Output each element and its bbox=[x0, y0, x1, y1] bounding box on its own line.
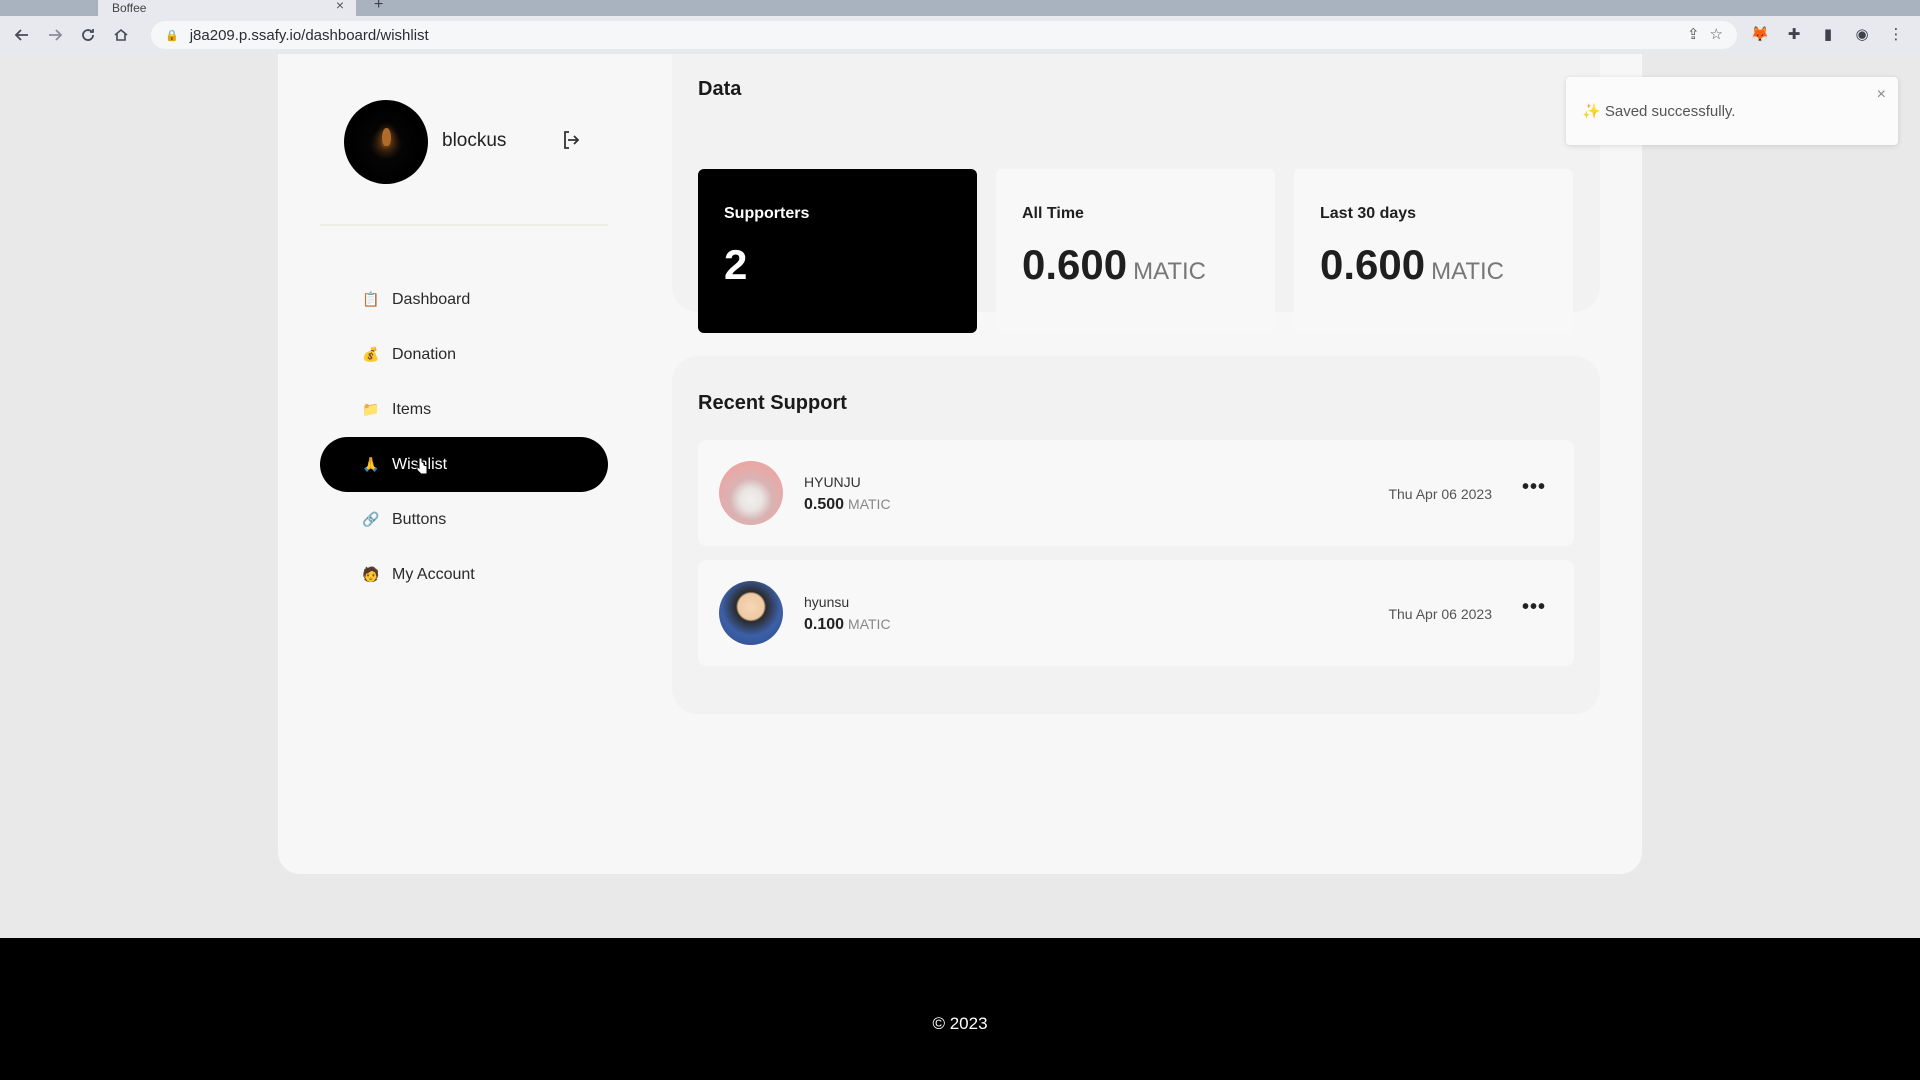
back-button[interactable] bbox=[11, 24, 33, 46]
copyright-text: © 2023 bbox=[932, 1014, 988, 1033]
arrow-right-icon bbox=[49, 29, 63, 41]
profile-header: blockus bbox=[320, 98, 608, 184]
browser-tab[interactable]: Boffee × bbox=[98, 0, 356, 16]
sidebar-item-my-account[interactable]: 🧑 My Account bbox=[320, 547, 608, 602]
arrow-left-icon bbox=[14, 29, 28, 41]
sidebar-menu: 📋 Dashboard 💰 Donation 📁 Items 🙏 Wishlis… bbox=[320, 272, 608, 602]
link-icon: 🔗 bbox=[362, 511, 380, 527]
stat-unit: MATIC bbox=[1133, 258, 1206, 285]
sidebar-item-label: My Account bbox=[392, 565, 475, 583]
footer: © 2023 bbox=[0, 938, 1920, 1080]
praying-hands-icon: 🙏 bbox=[362, 456, 380, 472]
support-amount: 0.500 MATIC bbox=[804, 496, 891, 513]
more-options-icon[interactable]: ••• bbox=[1522, 596, 1546, 619]
support-amount: 0.100 MATIC bbox=[804, 616, 891, 633]
stat-label: All Time bbox=[1022, 205, 1084, 222]
money-bag-icon: 💰 bbox=[362, 346, 380, 362]
recent-support-card: Recent Support HYUNJU 0.500 MATIC Thu Apr… bbox=[672, 356, 1600, 714]
forward-button[interactable] bbox=[44, 24, 66, 46]
support-date: Thu Apr 06 2023 bbox=[1388, 486, 1492, 502]
recent-support-title: Recent Support bbox=[698, 392, 847, 414]
supporter-avatar bbox=[719, 461, 783, 525]
supporter-avatar bbox=[719, 581, 783, 645]
success-toast: ✨ Saved successfully. × bbox=[1566, 77, 1898, 145]
all-time-stat: All Time 0.600 MATIC bbox=[996, 169, 1275, 333]
logout-icon[interactable] bbox=[560, 128, 584, 152]
browser-menu-icon[interactable]: ⋮ bbox=[1884, 22, 1908, 46]
profile-avatar-icon[interactable]: ◉ bbox=[1850, 22, 1874, 46]
supporter-name: hyunsu bbox=[804, 594, 850, 610]
bookmark-star-icon[interactable]: ☆ bbox=[1710, 25, 1723, 43]
supporter-name: HYUNJU bbox=[804, 474, 861, 490]
stat-label: Supporters bbox=[724, 205, 810, 222]
tab-title: Boffee bbox=[112, 1, 147, 15]
new-tab-button[interactable]: + bbox=[374, 0, 383, 14]
supporters-stat: Supporters 2 bbox=[698, 169, 977, 333]
reload-icon bbox=[82, 29, 94, 41]
metamask-extension-icon[interactable]: 🦊 bbox=[1748, 22, 1772, 46]
support-row: hyunsu 0.100 MATIC Thu Apr 06 2023 ••• bbox=[698, 560, 1574, 666]
stat-value: 0.600 MATIC bbox=[1320, 241, 1504, 288]
home-icon bbox=[114, 28, 128, 41]
sidebar-item-items[interactable]: 📁 Items bbox=[320, 382, 608, 437]
support-date: Thu Apr 06 2023 bbox=[1388, 606, 1492, 622]
sidebar-item-label: Items bbox=[392, 400, 432, 418]
tab-close-icon[interactable]: × bbox=[336, 0, 344, 13]
url-text: j8a209.p.ssafy.io/dashboard/wishlist bbox=[189, 26, 429, 44]
stat-unit: MATIC bbox=[1431, 258, 1504, 285]
sidebar-item-dashboard[interactable]: 📋 Dashboard bbox=[320, 272, 608, 327]
side-panel-icon[interactable]: ▮ bbox=[1816, 22, 1840, 46]
browser-tab-strip: Boffee × + bbox=[0, 0, 1920, 16]
stat-value: 0.600 MATIC bbox=[1022, 241, 1206, 288]
more-options-icon[interactable]: ••• bbox=[1522, 476, 1546, 499]
address-bar[interactable]: 🔒 j8a209.p.ssafy.io/dashboard/wishlist ⇪… bbox=[151, 21, 1737, 49]
extensions-puzzle-icon[interactable]: ✚ bbox=[1782, 22, 1806, 46]
sidebar-item-donation[interactable]: 💰 Donation bbox=[320, 327, 608, 382]
sidebar-divider bbox=[320, 224, 608, 226]
stat-value: 2 bbox=[724, 241, 748, 288]
person-icon: 🧑 bbox=[362, 566, 380, 582]
home-button[interactable] bbox=[110, 24, 132, 46]
browser-toolbar: 🔒 j8a209.p.ssafy.io/dashboard/wishlist ⇪… bbox=[0, 16, 1920, 54]
profile-username: blockus bbox=[442, 130, 507, 151]
support-row: HYUNJU 0.500 MATIC Thu Apr 06 2023 ••• bbox=[698, 440, 1574, 546]
close-icon[interactable]: × bbox=[1877, 86, 1886, 104]
toast-message: ✨ Saved successfully. bbox=[1582, 103, 1736, 120]
stat-label: Last 30 days bbox=[1320, 205, 1417, 222]
share-icon[interactable]: ⇪ bbox=[1687, 25, 1700, 43]
data-section-title: Data bbox=[698, 78, 742, 100]
sidebar-item-wishlist[interactable]: 🙏 Wishlist bbox=[320, 437, 608, 492]
reload-button[interactable] bbox=[77, 24, 99, 46]
avatar bbox=[344, 100, 428, 184]
sidebar-item-label: Donation bbox=[392, 345, 457, 363]
lock-icon: 🔒 bbox=[165, 29, 179, 42]
sidebar-item-label: Dashboard bbox=[392, 290, 471, 308]
folder-icon: 📁 bbox=[362, 401, 380, 417]
data-card: Data Supporters 2 All Time 0.600 MATIC La… bbox=[672, 54, 1600, 333]
clipboard-icon: 📋 bbox=[362, 291, 380, 307]
sidebar-item-buttons[interactable]: 🔗 Buttons bbox=[320, 492, 608, 547]
hand-cursor-icon bbox=[416, 457, 428, 475]
sidebar-item-label: Buttons bbox=[392, 510, 447, 528]
last-30-days-stat: Last 30 days 0.600 MATIC bbox=[1294, 169, 1573, 333]
sidebar: blockus 📋 Dashboard 💰 Donation 📁 Items 🙏… bbox=[320, 98, 608, 583]
